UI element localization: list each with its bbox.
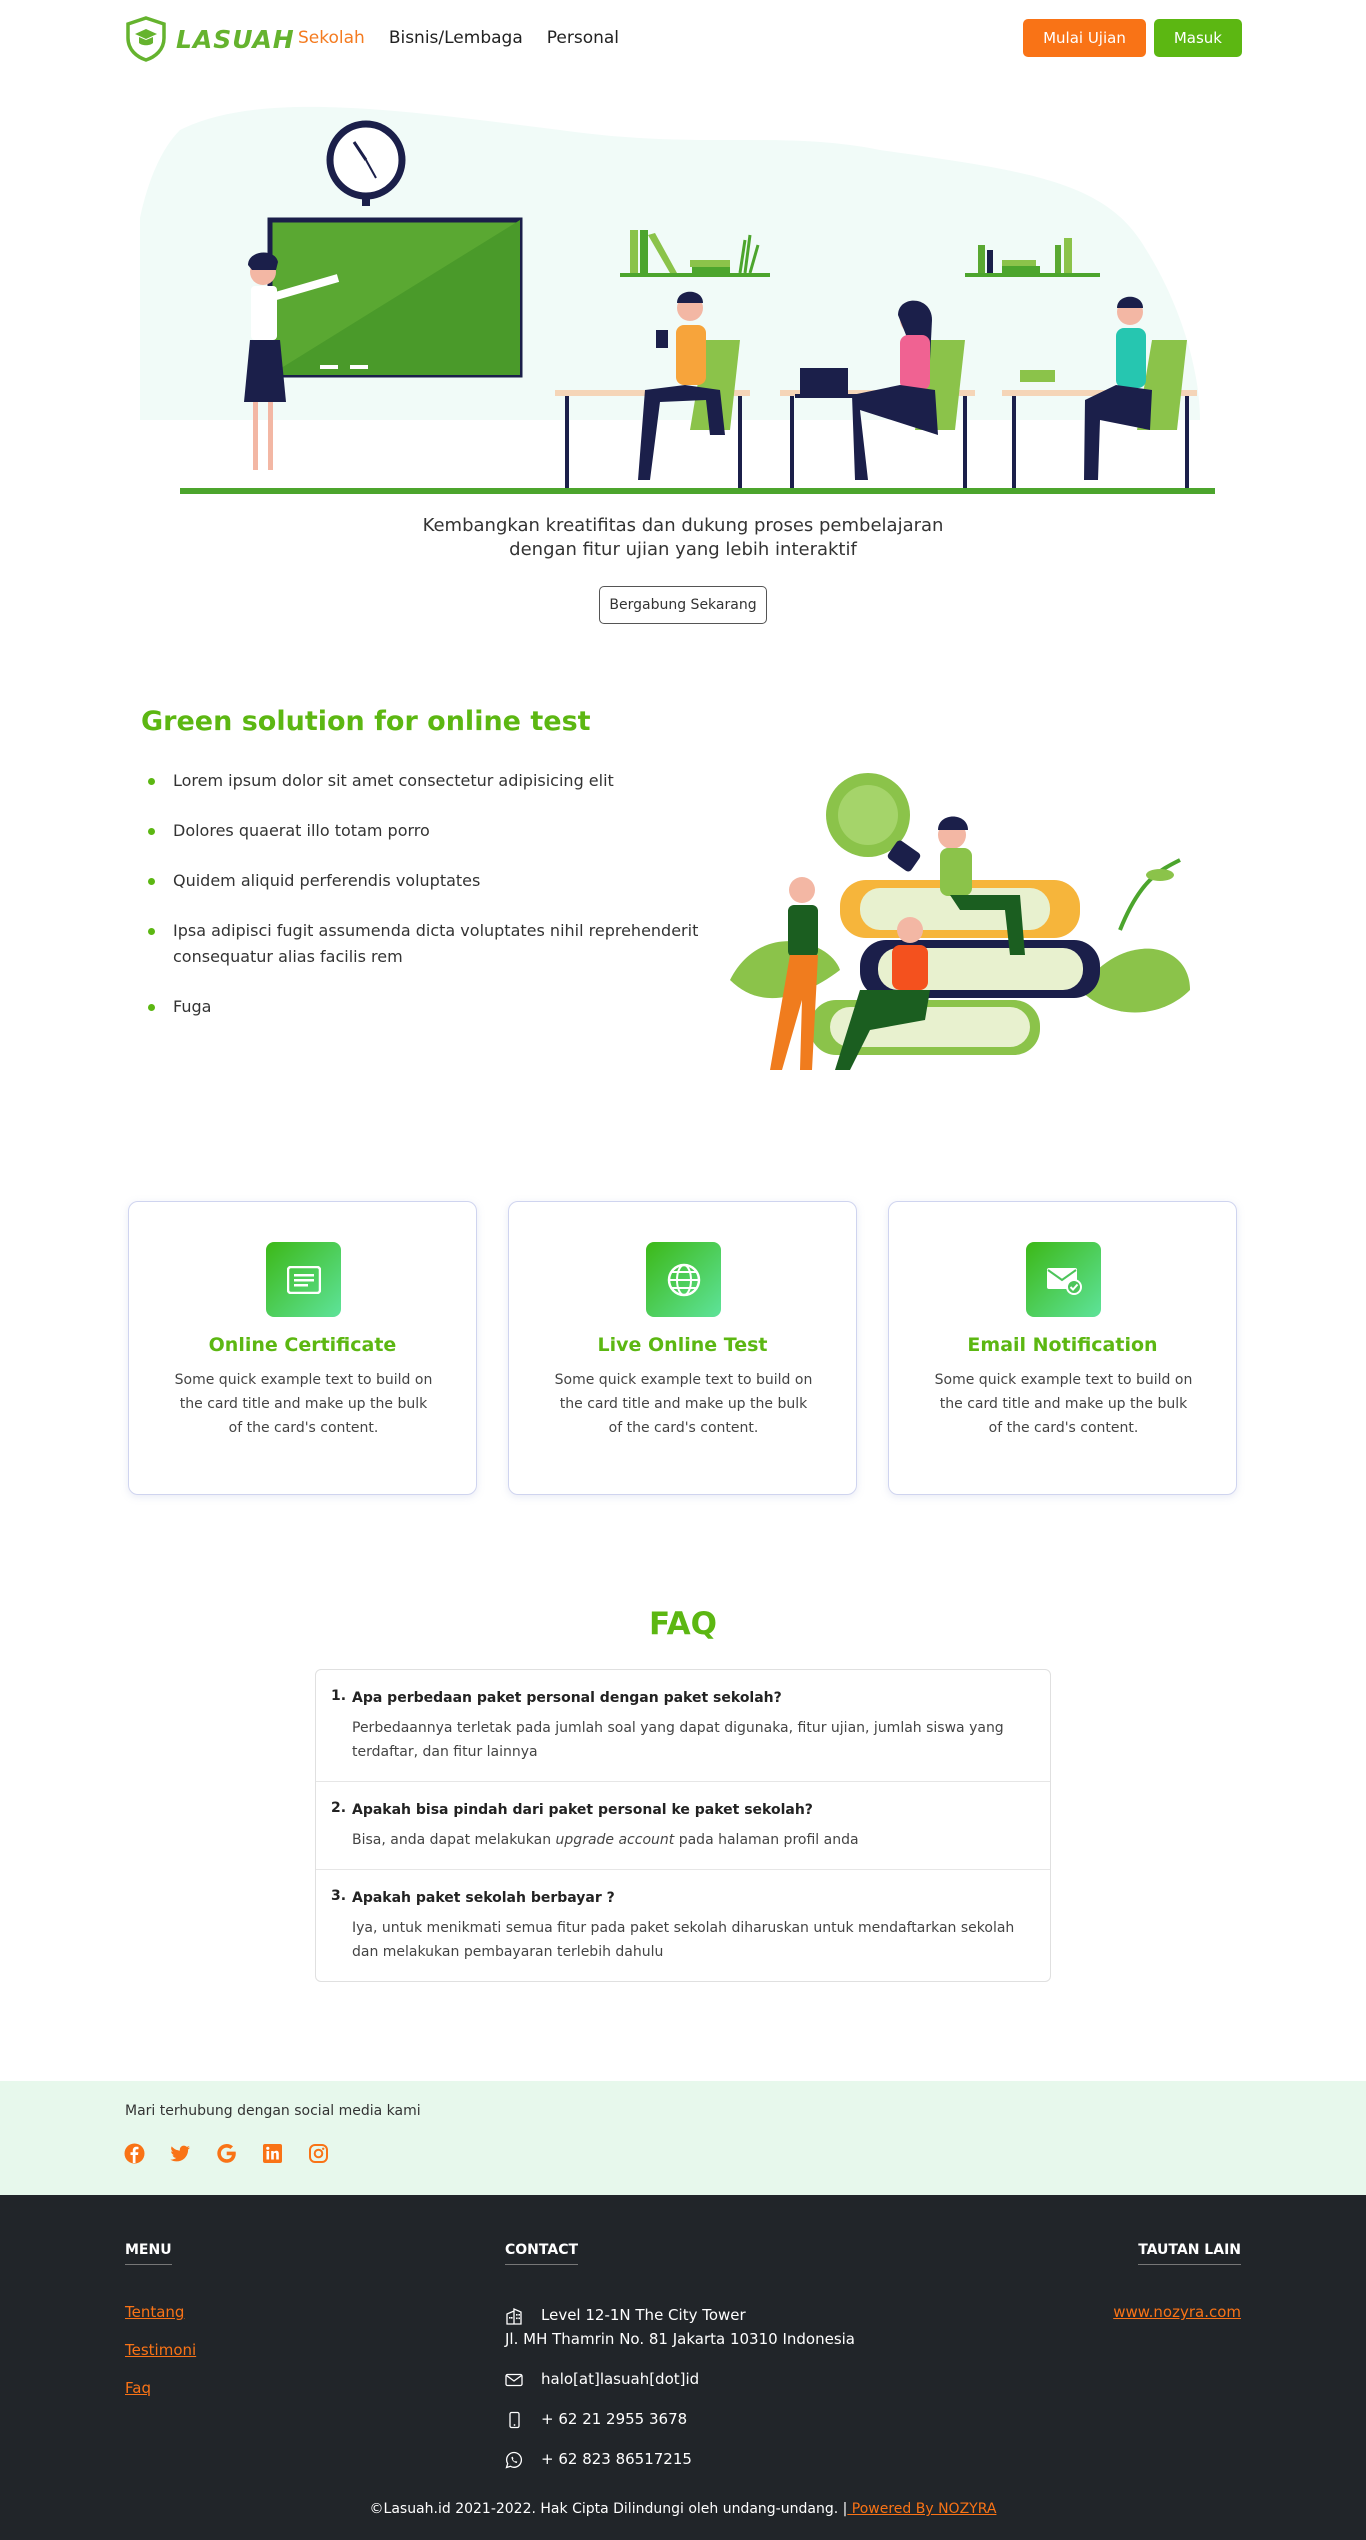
faq-item[interactable]: 2. Apakah bisa pindah dari paket persona… [316, 1782, 1050, 1870]
copyright: ©Lasuah.id 2021-2022. Hak Cipta Dilindun… [0, 2501, 1366, 2517]
brand-name: LASUAH [176, 24, 295, 54]
copyright-text: ©Lasuah.id 2021-2022. Hak Cipta Dilindun… [369, 2501, 848, 2517]
card-text: Some quick example text to build on the … [174, 1372, 433, 1436]
footer-link-testimoni[interactable]: Testimoni [125, 2341, 196, 2359]
faq-item[interactable]: 1. Apa perbedaan paket personal dengan p… [316, 1670, 1050, 1782]
login-button[interactable]: Masuk [1153, 19, 1242, 57]
footer-link-nozyra[interactable]: www.nozyra.com [1113, 2303, 1241, 2321]
hero-classroom-illustration [140, 106, 1215, 494]
footer-menu-title: MENU [125, 2242, 172, 2265]
whatsapp-text[interactable]: + 62 823 86517215 [541, 2450, 692, 2468]
footer-link-tentang[interactable]: Tentang [125, 2303, 196, 2321]
faq-answer-emphasis: upgrade account [555, 1832, 675, 1848]
faq-number: 1. [331, 1688, 347, 1704]
email-check-icon [1026, 1242, 1101, 1317]
faq-answer: Perbedaannya terletak pada jumlah soal y… [352, 1720, 1004, 1760]
address-line2: Jl. MH Thamrin No. 81 Jakarta 10310 Indo… [505, 2330, 855, 2348]
contact-email: halo[at]lasuah[dot]id [505, 2367, 925, 2391]
globe-icon [646, 1242, 721, 1317]
faq-question: Apa perbedaan paket personal dengan pake… [352, 1690, 782, 1706]
feature-item: Quidem aliquid perferendis voluptates [148, 868, 708, 894]
card-title: Live Online Test [597, 1334, 768, 1356]
feature-item: Dolores quaerat illo totam porro [148, 818, 708, 844]
building-icon [506, 2308, 522, 2325]
shield-logo-icon [126, 16, 166, 62]
nav-links: Sekolah Bisnis/Lembaga Personal [298, 28, 619, 48]
start-exam-button[interactable]: Mulai Ujian [1023, 19, 1146, 57]
faq-list: 1. Apa perbedaan paket personal dengan p… [315, 1669, 1051, 1982]
nav-sekolah[interactable]: Sekolah [298, 28, 365, 48]
envelope-icon [505, 2373, 523, 2387]
feature-item: Lorem ipsum dolor sit amet consectetur a… [148, 768, 708, 794]
phone-icon [509, 2411, 520, 2429]
powered-by-link[interactable]: Powered By NOZYRA [847, 2501, 997, 2517]
books-lightbulb-illustration [730, 773, 1190, 1070]
card-text: Some quick example text to build on the … [934, 1372, 1193, 1436]
instagram-icon[interactable] [308, 2143, 329, 2164]
nav-bisnis-lembaga[interactable]: Bisnis/Lembaga [389, 28, 523, 48]
card-title: Online Certificate [208, 1334, 397, 1356]
navbar: LASUAH Sekolah Bisnis/Lembaga Personal M… [0, 0, 1366, 78]
address-line1: Level 12-1N The City Tower [541, 2306, 746, 2324]
footer-other-title: TAUTAN LAIN [1138, 2242, 1241, 2265]
faq-title: FAQ [649, 1606, 717, 1642]
contact-address: Level 12-1N The City Tower Jl. MH Thamri… [505, 2303, 925, 2351]
card-live-online-test[interactable]: Live Online Test Some quick example text… [508, 1201, 857, 1495]
faq-answer-pre: Bisa, anda dapat melakukan [352, 1832, 556, 1848]
contact-phone: + 62 21 2955 3678 [505, 2407, 925, 2431]
social-icons [124, 2143, 329, 2164]
feature-item: Ipsa adipisci fugit assumenda dicta volu… [148, 918, 708, 970]
twitter-icon[interactable] [170, 2143, 191, 2164]
nav-personal[interactable]: Personal [547, 28, 619, 48]
card-email-notification[interactable]: Email Notification Some quick example te… [888, 1201, 1237, 1495]
faq-number: 3. [331, 1888, 347, 1904]
linkedin-icon[interactable] [262, 2143, 283, 2164]
certificate-icon [266, 1242, 341, 1317]
join-now-button[interactable]: Bergabung Sekarang [599, 586, 767, 624]
card-title: Email Notification [967, 1334, 1158, 1356]
facebook-icon[interactable] [124, 2143, 145, 2164]
brand[interactable]: LASUAH [124, 16, 295, 62]
faq-number: 2. [331, 1800, 347, 1816]
faq-answer-post: pada halaman profil anda [674, 1832, 859, 1848]
feature-cards: Online Certificate Some quick example te… [128, 1201, 1238, 1495]
google-icon[interactable] [216, 2143, 237, 2164]
faq-question: Apakah paket sekolah berbayar ? [352, 1890, 615, 1906]
phone-text[interactable]: + 62 21 2955 3678 [541, 2410, 687, 2428]
footer: MENU Tentang Testimoni Faq CONTACT Level… [0, 2195, 1366, 2540]
nav-buttons: Mulai Ujian Masuk [1023, 19, 1242, 57]
whatsapp-icon [505, 2451, 523, 2469]
email-text[interactable]: halo[at]lasuah[dot]id [541, 2370, 699, 2388]
footer-contact: Level 12-1N The City Tower Jl. MH Thamri… [505, 2303, 925, 2487]
hero-tagline-line2: dengan fitur ujian yang lebih interaktif [509, 539, 857, 560]
faq-answer: Bisa, anda dapat melakukan upgrade accou… [352, 1828, 1020, 1852]
hero-tagline: Kembangkan kreatifitas dan dukung proses… [0, 514, 1366, 562]
feature-item: Fuga [148, 994, 708, 1020]
faq-item[interactable]: 3. Apakah paket sekolah berbayar ? Iya, … [316, 1870, 1050, 1981]
features-title: Green solution for online test [141, 706, 591, 737]
social-strip: Mari terhubung dengan social media kami [0, 2081, 1366, 2195]
social-text: Mari terhubung dengan social media kami [125, 2103, 421, 2119]
contact-whatsapp: + 62 823 86517215 [505, 2447, 925, 2471]
features-list: Lorem ipsum dolor sit amet consectetur a… [148, 768, 708, 1044]
footer-link-faq[interactable]: Faq [125, 2379, 196, 2397]
card-text: Some quick example text to build on the … [554, 1372, 813, 1436]
footer-menu-links: Tentang Testimoni Faq [125, 2303, 196, 2417]
hero-tagline-line1: Kembangkan kreatifitas dan dukung proses… [422, 515, 944, 536]
footer-contact-title: CONTACT [505, 2242, 579, 2265]
faq-question: Apakah bisa pindah dari paket personal k… [352, 1802, 813, 1818]
faq-answer: Iya, untuk menikmati semua fitur pada pa… [352, 1920, 1015, 1960]
card-online-certificate[interactable]: Online Certificate Some quick example te… [128, 1201, 477, 1495]
